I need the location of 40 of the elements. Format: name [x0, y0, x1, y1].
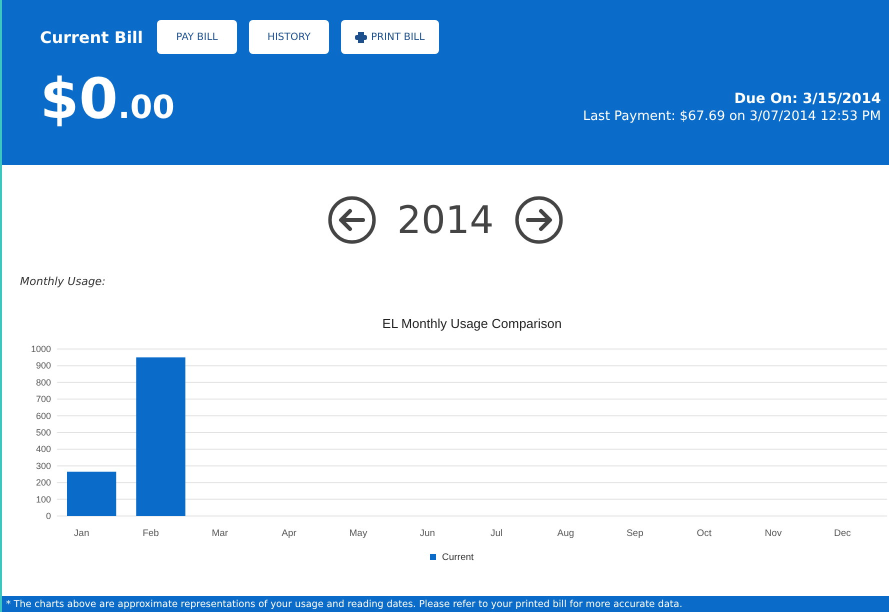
year-label: 2014 — [396, 198, 495, 242]
y-tick-label: 0 — [46, 511, 51, 521]
month-label: Jun — [420, 528, 436, 539]
month-label: Apr — [282, 528, 296, 539]
header-title: Current Bill — [40, 28, 144, 46]
month-label: May — [349, 528, 368, 539]
month-label: Jul — [490, 528, 503, 539]
print-bill-button[interactable]: PRINT BILL — [341, 20, 439, 54]
month-label: Dec — [834, 528, 851, 539]
legend-swatch — [430, 554, 436, 560]
chart-title: EL Monthly Usage Comparison — [382, 316, 562, 331]
header-button[interactable]: PAY BILL — [157, 20, 238, 54]
last-payment: Last Payment: $67.69 on 3/07/2014 12:53 PM — [582, 109, 881, 124]
y-tick-label: 600 — [36, 410, 51, 421]
footnote: * The charts above are approximate representations of your usage and reading dates. Please refer to your printed bill for more accurate data. — [2, 596, 889, 612]
due-date: Due On: 3/15/2014 — [734, 91, 881, 107]
month-label: Aug — [557, 528, 574, 539]
y-tick-label: 100 — [36, 494, 51, 504]
y-tick-label: 1000 — [30, 344, 51, 354]
y-tick-label: 500 — [36, 428, 51, 438]
y-tick-label: 200 — [36, 478, 51, 488]
previous-year-button[interactable] — [327, 195, 378, 245]
month-label: Sep — [626, 528, 644, 539]
legend-label: Current — [442, 552, 474, 563]
month-label: Jan — [74, 528, 90, 539]
printer-icon — [355, 32, 368, 42]
y-tick-label: 400 — [36, 444, 51, 454]
usage-bar — [67, 472, 116, 516]
bill-amount: $0.00 — [40, 72, 175, 128]
next-year-button[interactable] — [514, 195, 564, 245]
y-tick-label: 700 — [36, 394, 51, 404]
y-tick-label: 800 — [36, 377, 51, 388]
month-label: Oct — [696, 528, 712, 539]
month-label: Nov — [764, 528, 782, 539]
month-label: Mar — [212, 528, 228, 539]
y-tick-label: 900 — [36, 360, 51, 371]
month-label: Feb — [142, 528, 159, 539]
y-tick-label: 300 — [36, 460, 51, 471]
header-button[interactable]: HISTORY — [249, 20, 330, 54]
section-label: Monthly Usage: — [19, 275, 107, 288]
